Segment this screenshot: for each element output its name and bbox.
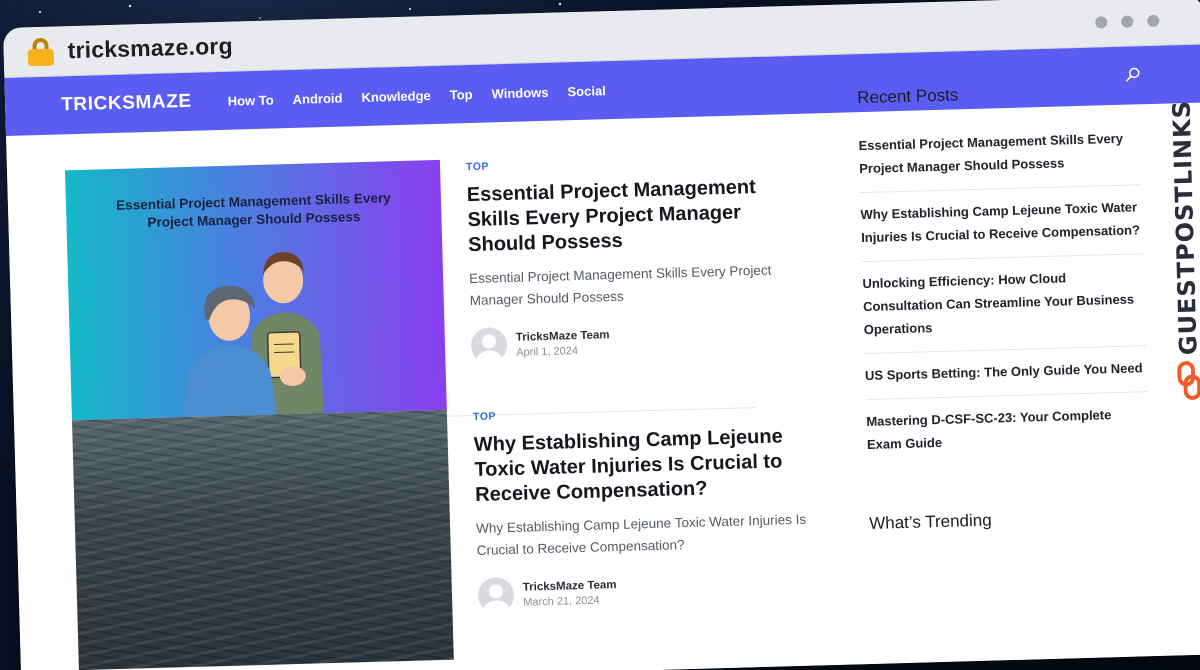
window-dot-icon[interactable] <box>1147 14 1160 27</box>
recent-post-link[interactable]: Why Establishing Camp Lejeune Toxic Wate… <box>859 185 1144 263</box>
website: TRICKSMAZE How To Android Knowledge Top … <box>4 44 1200 670</box>
post-excerpt: Why Establishing Camp Lejeune Toxic Wate… <box>475 511 807 558</box>
recent-posts-list: Essential Project Management Skills Ever… <box>858 116 1167 468</box>
link-icon <box>1177 361 1200 400</box>
recent-post-link[interactable]: US Sports Betting: The Only Guide You Ne… <box>864 346 1148 401</box>
nav-item-how-to[interactable]: How To <box>227 92 273 108</box>
watermark-text: GUESTPOSTLINKS <box>1167 99 1200 356</box>
post-author: TricksMaze Team March 21, 2024 <box>477 568 824 614</box>
recent-post-link[interactable]: Essential Project Management Skills Ever… <box>858 116 1142 194</box>
url-text[interactable]: tricksmaze.org <box>67 33 233 65</box>
post-meta: TOP Essential Project Management Skills … <box>466 149 818 409</box>
post-excerpt: Essential Project Management Skills Ever… <box>468 262 772 309</box>
nav-item-windows[interactable]: Windows <box>491 84 548 101</box>
nav-item-knowledge[interactable]: Knowledge <box>361 88 431 105</box>
recent-post-link[interactable]: Mastering D-CSF-SC-23: Your Complete Exa… <box>866 392 1150 468</box>
post-date: March 21, 2024 <box>523 594 600 609</box>
post-category[interactable]: TOP <box>466 151 811 173</box>
window-dot-icon[interactable] <box>1095 15 1108 28</box>
window-dot-icon[interactable] <box>1121 14 1134 28</box>
nav-item-top[interactable]: Top <box>450 86 473 102</box>
post-title[interactable]: Essential Project Management Skills Ever… <box>467 173 814 258</box>
nav-item-social[interactable]: Social <box>567 83 606 99</box>
window-controls <box>1095 14 1160 28</box>
author-name[interactable]: TricksMaze Team <box>516 329 610 344</box>
post-author: TricksMaze Team April 1, 2024 <box>470 318 817 365</box>
post-thumbnail[interactable] <box>71 409 454 670</box>
post-date: April 1, 2024 <box>516 344 579 359</box>
post-title[interactable]: Why Establishing Camp Lejeune Toxic Wate… <box>473 423 820 508</box>
lock-icon <box>27 37 55 66</box>
people-illustration <box>183 252 324 418</box>
site-logo[interactable]: TRICKSMAZE <box>61 91 192 117</box>
post-thumbnail[interactable]: Essential Project Management Skills Ever… <box>64 159 447 421</box>
author-name[interactable]: TricksMaze Team <box>523 579 617 594</box>
nav-item-android[interactable]: Android <box>292 90 342 106</box>
avatar[interactable] <box>477 576 515 614</box>
avatar[interactable] <box>470 327 508 365</box>
browser-window: tricksmaze.org TRICKSMAZE How To Android… <box>3 0 1200 670</box>
recent-post-link[interactable]: Unlocking Efficiency: How Cloud Consulta… <box>861 254 1147 355</box>
post-meta: TOP Why Establishing Camp Lejeune Toxic … <box>473 399 825 659</box>
sidebar: Recent Posts Essential Project Managemen… <box>857 80 1169 534</box>
